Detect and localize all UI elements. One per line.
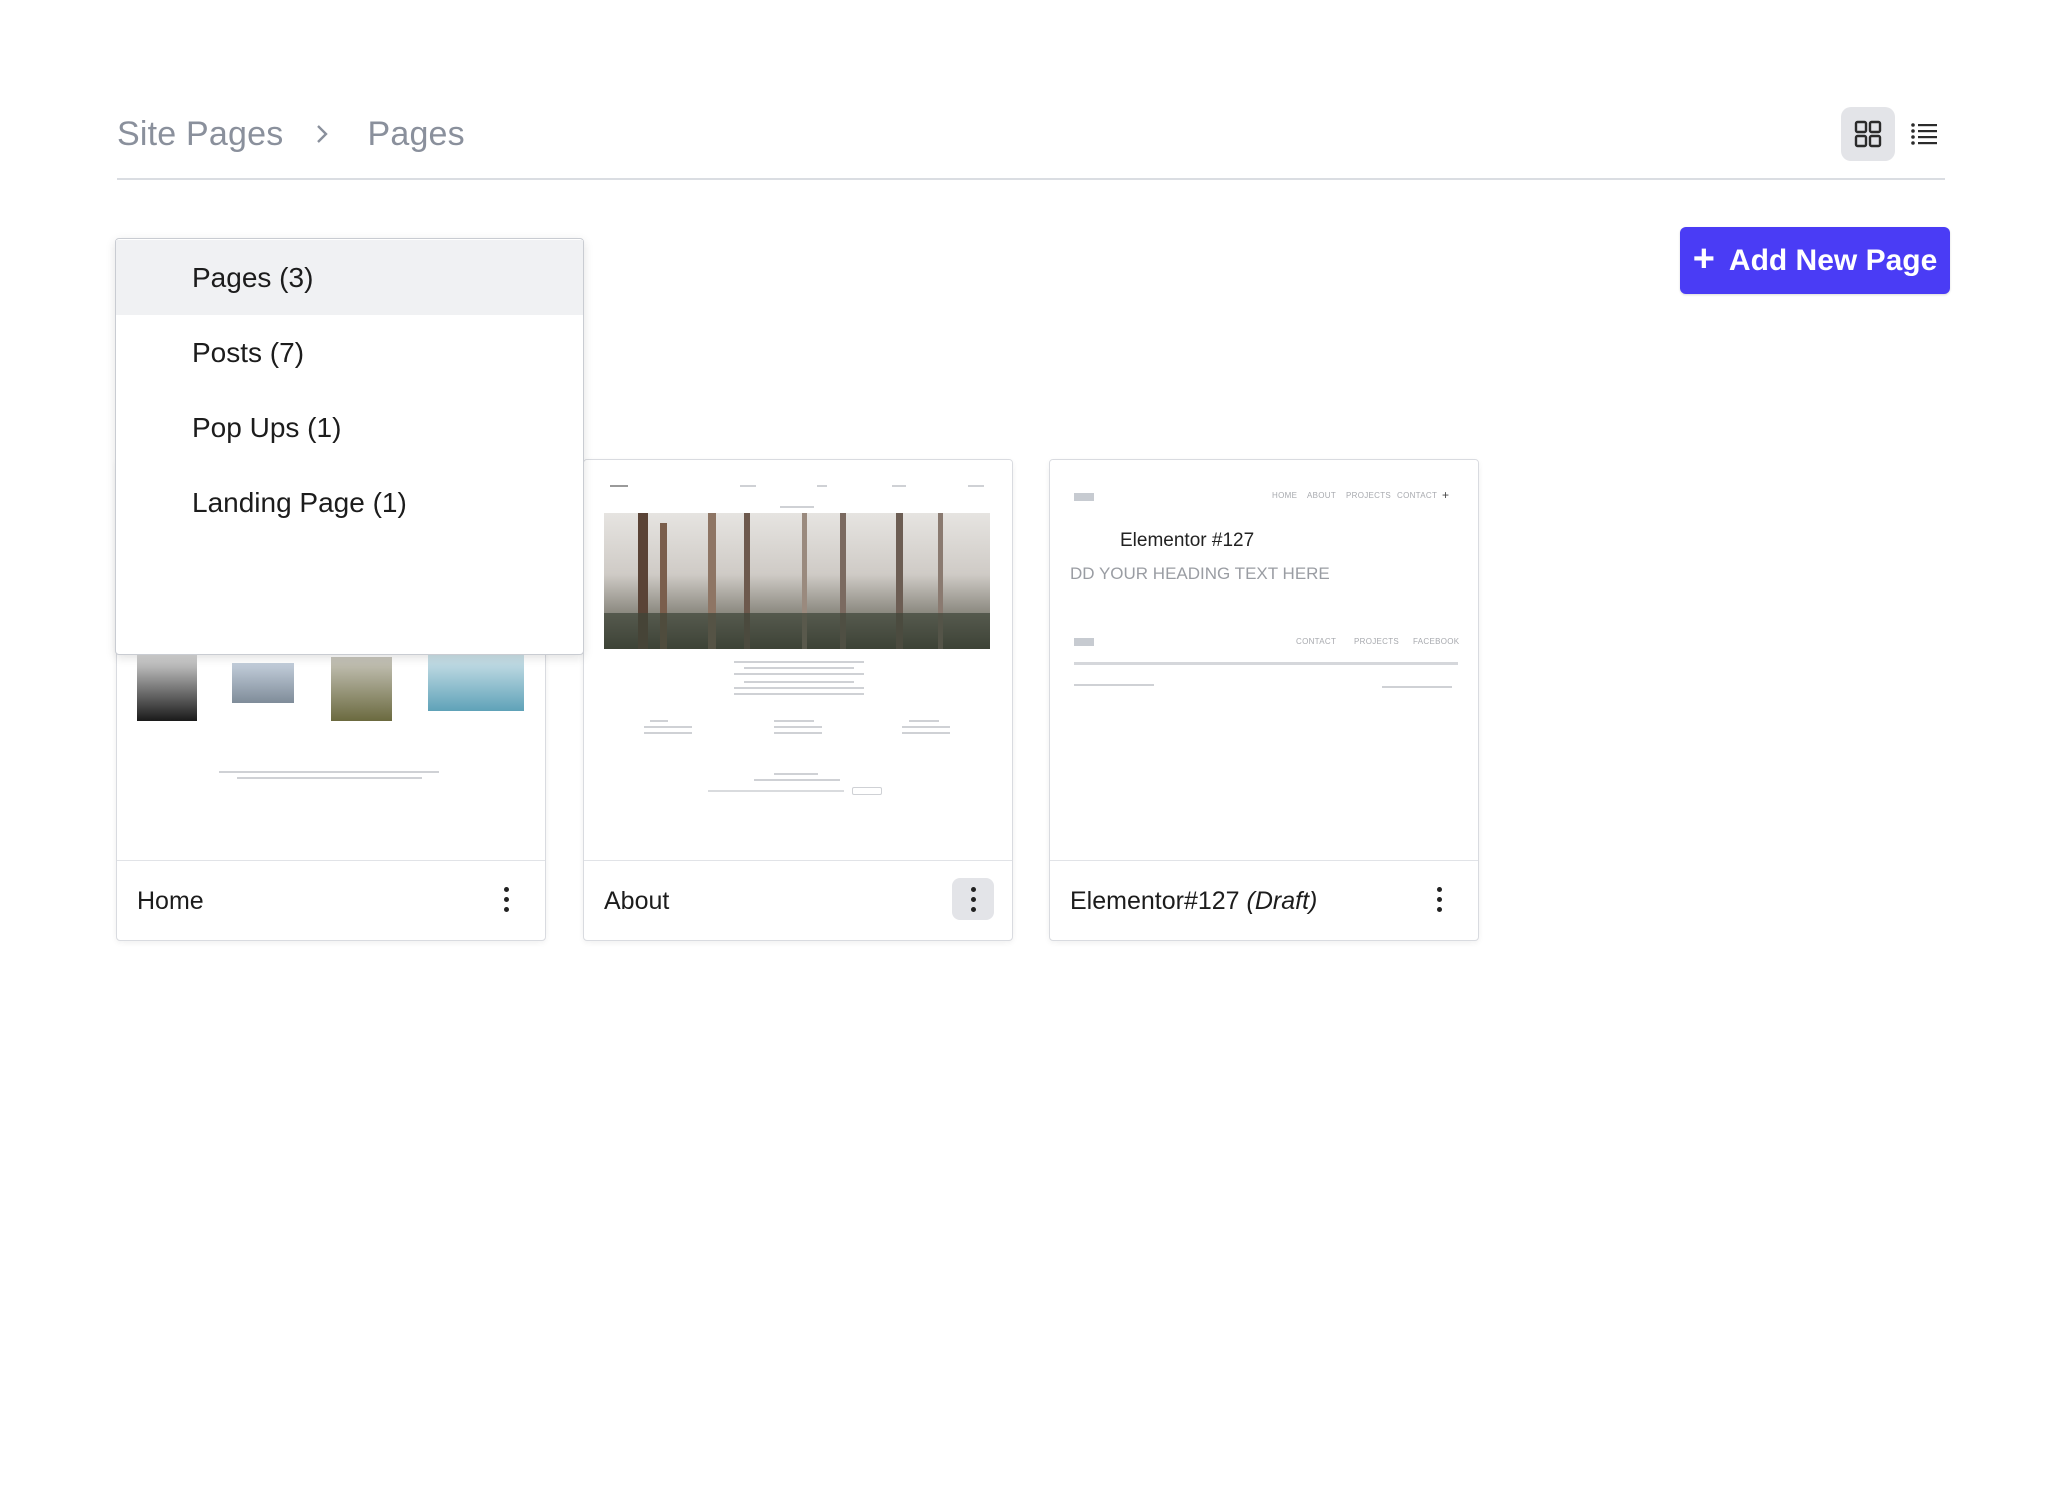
more-vertical-icon <box>1436 884 1442 914</box>
thumb-divider <box>1074 662 1458 665</box>
add-new-page-label: Add New Page <box>1728 243 1938 277</box>
thumb-image-3 <box>331 657 392 721</box>
draft-status: (Draft) <box>1246 886 1318 915</box>
more-vertical-icon <box>503 884 509 914</box>
breadcrumb: Site Pages Pages <box>117 112 465 156</box>
thumb-footer-contact: CONTACT <box>1296 637 1337 646</box>
thumb-subheading: DD YOUR HEADING TEXT HERE <box>1070 564 1330 583</box>
thumb-image-4 <box>428 655 524 711</box>
page-card-title: About <box>604 886 670 915</box>
thumb-nav-about: ABOUT <box>1307 491 1337 500</box>
thumb-footer-projects: PROJECTS <box>1354 637 1400 646</box>
more-options-button[interactable] <box>1418 878 1460 920</box>
thumb-image-2 <box>232 663 294 703</box>
thumb-image-1 <box>137 655 197 721</box>
page-thumbnail-about <box>584 460 1012 860</box>
thumb-nav-projects: PROJECTS <box>1346 491 1392 500</box>
post-type-dropdown: Pages (3) Posts (7) Pop Ups (1) Landing … <box>115 238 584 655</box>
more-options-button[interactable] <box>485 878 527 920</box>
list-view-button[interactable] <box>1897 107 1951 161</box>
header-divider <box>117 178 1945 180</box>
breadcrumb-site-pages[interactable]: Site Pages <box>117 115 283 154</box>
more-options-button[interactable] <box>952 878 994 920</box>
thumb-plus-icon: + <box>1442 488 1450 502</box>
add-new-page-button[interactable]: + Add New Page <box>1680 227 1950 294</box>
page-thumbnail-elementor: HOME ABOUT PROJECTS CONTACT + Elementor … <box>1050 460 1478 860</box>
page-card-elementor-127[interactable]: HOME ABOUT PROJECTS CONTACT + Elementor … <box>1049 459 1479 941</box>
dropdown-item-posts[interactable]: Posts (7) <box>116 315 583 390</box>
dropdown-item-pop-ups[interactable]: Pop Ups (1) <box>116 390 583 465</box>
thumb-nav-contact: CONTACT <box>1397 491 1438 500</box>
thumb-footer-facebook: FACEBOOK <box>1413 637 1460 646</box>
page-card-about[interactable]: About <box>583 459 1013 941</box>
page-card-title: Elementor#127 (Draft) <box>1070 886 1318 915</box>
list-icon <box>1911 123 1937 145</box>
page-card-title: Home <box>137 886 204 915</box>
thumb-heading: Elementor #127 <box>1120 530 1255 551</box>
dropdown-item-landing-page[interactable]: Landing Page (1) <box>116 465 583 540</box>
grid-view-button[interactable] <box>1841 107 1895 161</box>
dropdown-item-pages[interactable]: Pages (3) <box>116 240 583 315</box>
breadcrumb-pages: Pages <box>367 114 465 153</box>
more-vertical-icon <box>970 884 976 914</box>
chevron-right-icon <box>311 123 333 145</box>
thumb-footer-logo <box>1074 638 1094 646</box>
plus-icon: + <box>1692 238 1715 280</box>
grid-icon <box>1854 120 1882 148</box>
thumb-logo <box>1074 493 1094 501</box>
thumb-nav-home: HOME <box>1272 491 1298 500</box>
forest-photo <box>604 513 990 649</box>
